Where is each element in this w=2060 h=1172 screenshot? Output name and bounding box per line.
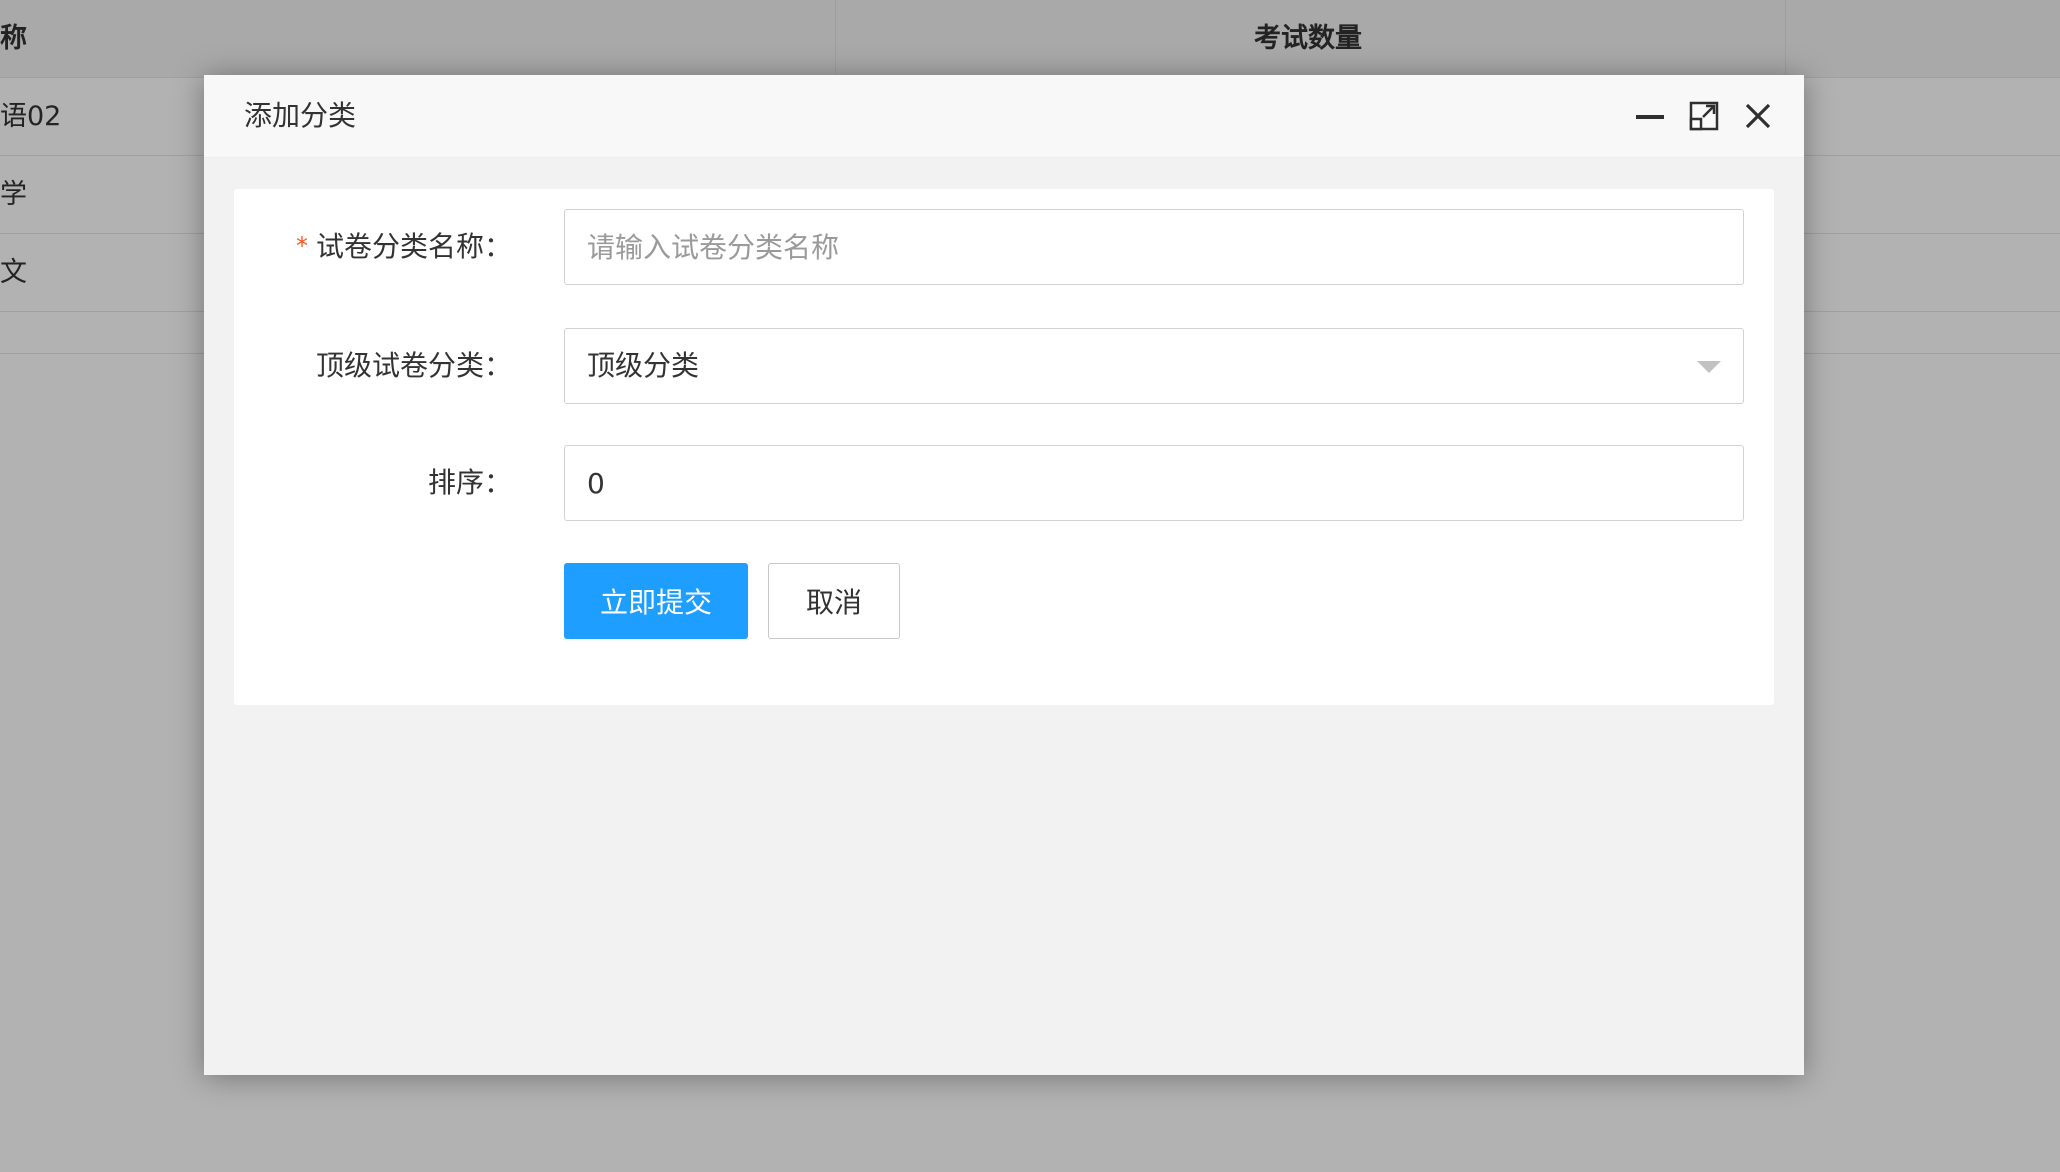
form-row-name: * 试卷分类名称： (234, 209, 1774, 285)
parent-category-select[interactable]: 顶级分类 (564, 328, 1744, 404)
cancel-button[interactable]: 取消 (768, 563, 900, 639)
category-name-input[interactable] (564, 209, 1744, 285)
name-field-label-text: 试卷分类名称： (315, 230, 512, 263)
minimize-icon[interactable] (1634, 100, 1666, 132)
parent-field-label: 顶级试卷分类： (315, 349, 512, 382)
category-form: *试卷分类名称： 顶级试卷分类： 顶级分类 排序： 立即提交 取消 (234, 189, 1774, 705)
form-actions: 立即提交 取消 (234, 563, 1774, 639)
form-row-parent: 顶级试卷分类： 顶级分类 (234, 328, 1774, 404)
sort-order-input[interactable] (564, 445, 1744, 521)
close-icon[interactable] (1742, 100, 1774, 132)
sort-field-label: 排序： (427, 466, 512, 499)
add-category-dialog: 添加分类 * 试卷分类名称： 请输入试卷分类名称 顶级试卷分类： 顶级分类 排序… (204, 75, 1804, 1075)
required-mark: * (295, 232, 308, 260)
dialog-title: 添加分类 (244, 99, 357, 132)
dialog-title-tools (1634, 75, 1774, 157)
form-row-sort: 排序： (234, 445, 1774, 521)
maximize-icon[interactable] (1688, 100, 1720, 132)
chevron-down-icon (1697, 361, 1721, 373)
dialog-titlebar[interactable]: 添加分类 (204, 75, 1804, 158)
submit-button[interactable]: 立即提交 (564, 563, 748, 639)
parent-category-selected: 顶级分类 (587, 349, 700, 382)
name-field-label: * 试卷分类名称： (296, 209, 512, 285)
